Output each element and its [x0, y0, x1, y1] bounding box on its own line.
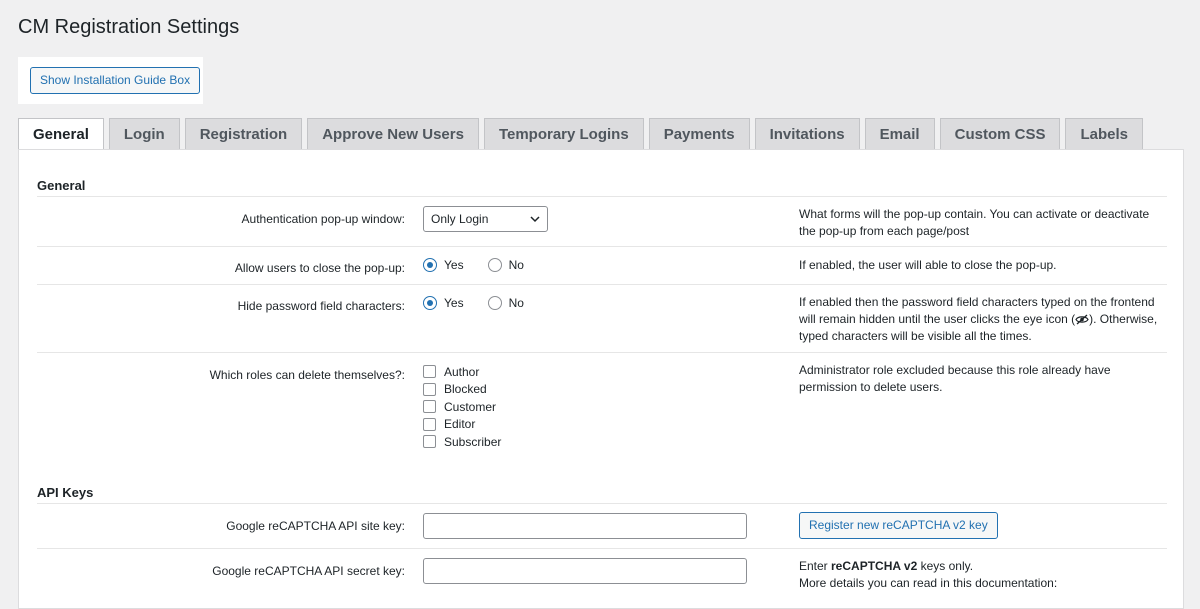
role-item: Customer: [423, 398, 501, 416]
secret-key-row: Google reCAPTCHA API secret key: Enter r…: [37, 548, 1167, 608]
show-installation-guide-button[interactable]: Show Installation Guide Box: [30, 67, 201, 94]
hide-password-no-radio[interactable]: [487, 296, 502, 310]
hide-password-yes-radio[interactable]: [423, 296, 437, 310]
delete-roles-label: Which roles can delete themselves?:: [209, 368, 405, 382]
close-popup-description: If enabled, the user will able to close …: [799, 258, 1057, 272]
role-subscriber-label: Subscriber: [444, 434, 502, 449]
tab-general[interactable]: General: [18, 118, 104, 151]
auth-popup-label: Authentication pop-up window:: [241, 212, 405, 226]
tab-registration[interactable]: Registration: [184, 118, 303, 150]
role-subscriber-checkbox[interactable]: [423, 435, 436, 449]
close-popup-no-label: No: [508, 258, 524, 272]
hide-password-yes-label: Yes: [444, 296, 464, 310]
section-title-api-keys: API Keys: [37, 485, 94, 500]
role-item: Author: [423, 363, 501, 381]
auth-popup-select-value: Only Login: [431, 212, 489, 226]
delete-roles-checkbox-list: Author Blocked Customer Editor Subscribe…: [423, 363, 501, 451]
hide-password-description: If enabled then the password field chara…: [799, 294, 1174, 345]
tab-approve-new-users[interactable]: Approve New Users: [307, 118, 479, 150]
eye-slash-icon: [1075, 314, 1089, 325]
installation-guide-box: Show Installation Guide Box: [18, 57, 203, 104]
role-item: Blocked: [423, 381, 501, 399]
secret-key-desc-line2: More details you can read in this docume…: [799, 576, 1058, 590]
section-title-general: General: [37, 178, 86, 193]
site-key-label: Google reCAPTCHA API site key:: [226, 519, 405, 533]
close-popup-no-radio[interactable]: [487, 258, 502, 272]
close-popup-label: Allow users to close the pop-up:: [234, 261, 405, 275]
role-editor-checkbox[interactable]: [423, 417, 436, 431]
role-author-label: Author: [444, 364, 480, 379]
role-blocked-checkbox[interactable]: [423, 382, 436, 396]
role-editor-label: Editor: [444, 417, 476, 432]
auth-popup-select[interactable]: Only Login: [423, 206, 548, 232]
secret-key-description: Enter reCAPTCHA v2 keys only. More detail…: [799, 558, 1159, 592]
tab-labels[interactable]: Labels: [1065, 118, 1143, 150]
secret-key-desc-prefix: Enter: [799, 559, 832, 573]
auth-popup-description: What forms will the pop-up contain. You …: [799, 207, 1150, 238]
hide-password-row: Hide password field characters: Yes No I…: [37, 284, 1167, 352]
close-popup-yes-label: Yes: [444, 258, 464, 272]
register-recaptcha-key-button[interactable]: Register new reCAPTCHA v2 key: [799, 512, 998, 539]
secret-key-input[interactable]: [423, 558, 747, 584]
site-key-input[interactable]: [423, 513, 747, 539]
hide-password-radio-group: Yes No: [423, 296, 548, 310]
page-title: CM Registration Settings: [18, 16, 240, 38]
hide-password-label: Hide password field characters:: [237, 299, 405, 313]
tab-email[interactable]: Email: [864, 118, 935, 150]
delete-roles-description: Administrator role excluded because this…: [799, 363, 1111, 394]
close-popup-row: Allow users to close the pop-up: Yes No …: [37, 246, 1167, 284]
auth-popup-row: Authentication pop-up window: Only Login…: [37, 196, 1167, 246]
role-customer-checkbox[interactable]: [423, 400, 436, 414]
close-popup-radio-group: Yes No: [423, 258, 548, 272]
site-key-row: Google reCAPTCHA API site key: Register …: [37, 503, 1167, 548]
tab-login[interactable]: Login: [108, 118, 180, 150]
close-popup-yes-radio[interactable]: [423, 258, 437, 272]
secret-key-desc-suffix: keys only.: [917, 559, 974, 573]
role-item: Subscriber: [423, 433, 501, 451]
role-customer-label: Customer: [444, 399, 497, 414]
chevron-down-icon: [530, 216, 540, 223]
delete-roles-row: Which roles can delete themselves?: Auth…: [37, 352, 1167, 460]
tab-temporary-logins[interactable]: Temporary Logins: [483, 118, 644, 150]
secret-key-label: Google reCAPTCHA API secret key:: [212, 564, 405, 578]
settings-tabs: General Login Registration Approve New U…: [18, 118, 1148, 151]
settings-panel: General Authentication pop-up window: On…: [18, 149, 1184, 609]
role-blocked-label: Blocked: [444, 382, 487, 397]
tab-payments[interactable]: Payments: [648, 118, 750, 150]
role-author-checkbox[interactable]: [423, 365, 436, 379]
hide-password-no-label: No: [508, 296, 524, 310]
role-item: Editor: [423, 416, 501, 434]
secret-key-desc-bold: reCAPTCHA v2: [831, 559, 918, 573]
tab-invitations[interactable]: Invitations: [754, 118, 860, 150]
tab-custom-css[interactable]: Custom CSS: [939, 118, 1061, 150]
